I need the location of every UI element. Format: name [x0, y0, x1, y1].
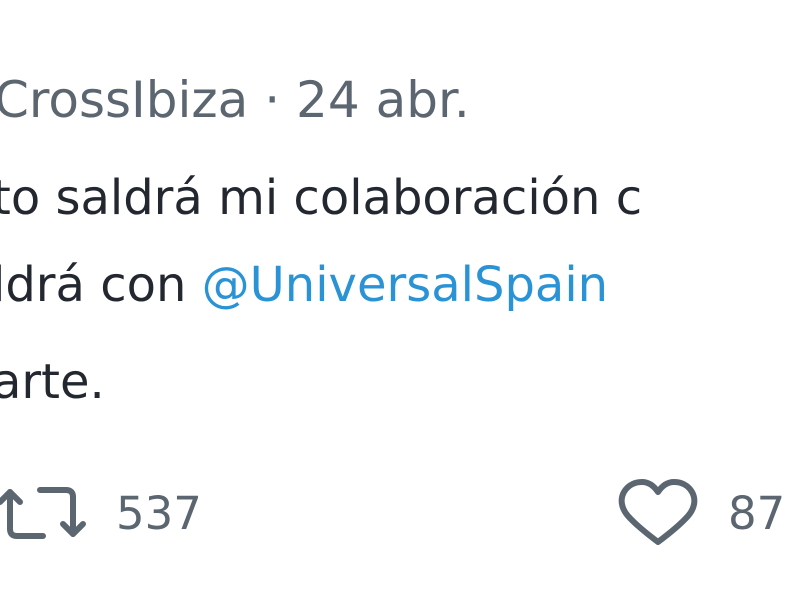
tweet-text-line: ldrá con @UniversalSpain [0, 255, 608, 315]
author-handle[interactable]: CrossIbiza [0, 71, 248, 129]
mention-link[interactable]: @UniversalSpain [202, 257, 608, 313]
header-separator: · [264, 71, 281, 129]
retweet-count: 537 [116, 486, 202, 540]
tweet-text: arte. [0, 354, 105, 410]
retweet-button[interactable]: 537 [0, 468, 202, 558]
tweet-card: CrossIbiza · 24 abr. to saldrá mi colabo… [0, 0, 800, 600]
tweet-date[interactable]: 24 abr. [296, 71, 470, 129]
like-count: 87 [728, 486, 786, 540]
like-button[interactable]: 87 [618, 468, 785, 558]
tweet-text: ldrá con [0, 257, 202, 313]
heart-icon [618, 478, 698, 548]
tweet-text: to saldrá mi colaboración c [0, 170, 643, 226]
retweet-icon [0, 478, 88, 548]
tweet-actions: 537 87 [0, 468, 800, 558]
tweet-text-line: to saldrá mi colaboración c [0, 168, 642, 228]
tweet-header: CrossIbiza · 24 abr. [0, 68, 470, 132]
tweet-text-line: arte. [0, 352, 105, 412]
